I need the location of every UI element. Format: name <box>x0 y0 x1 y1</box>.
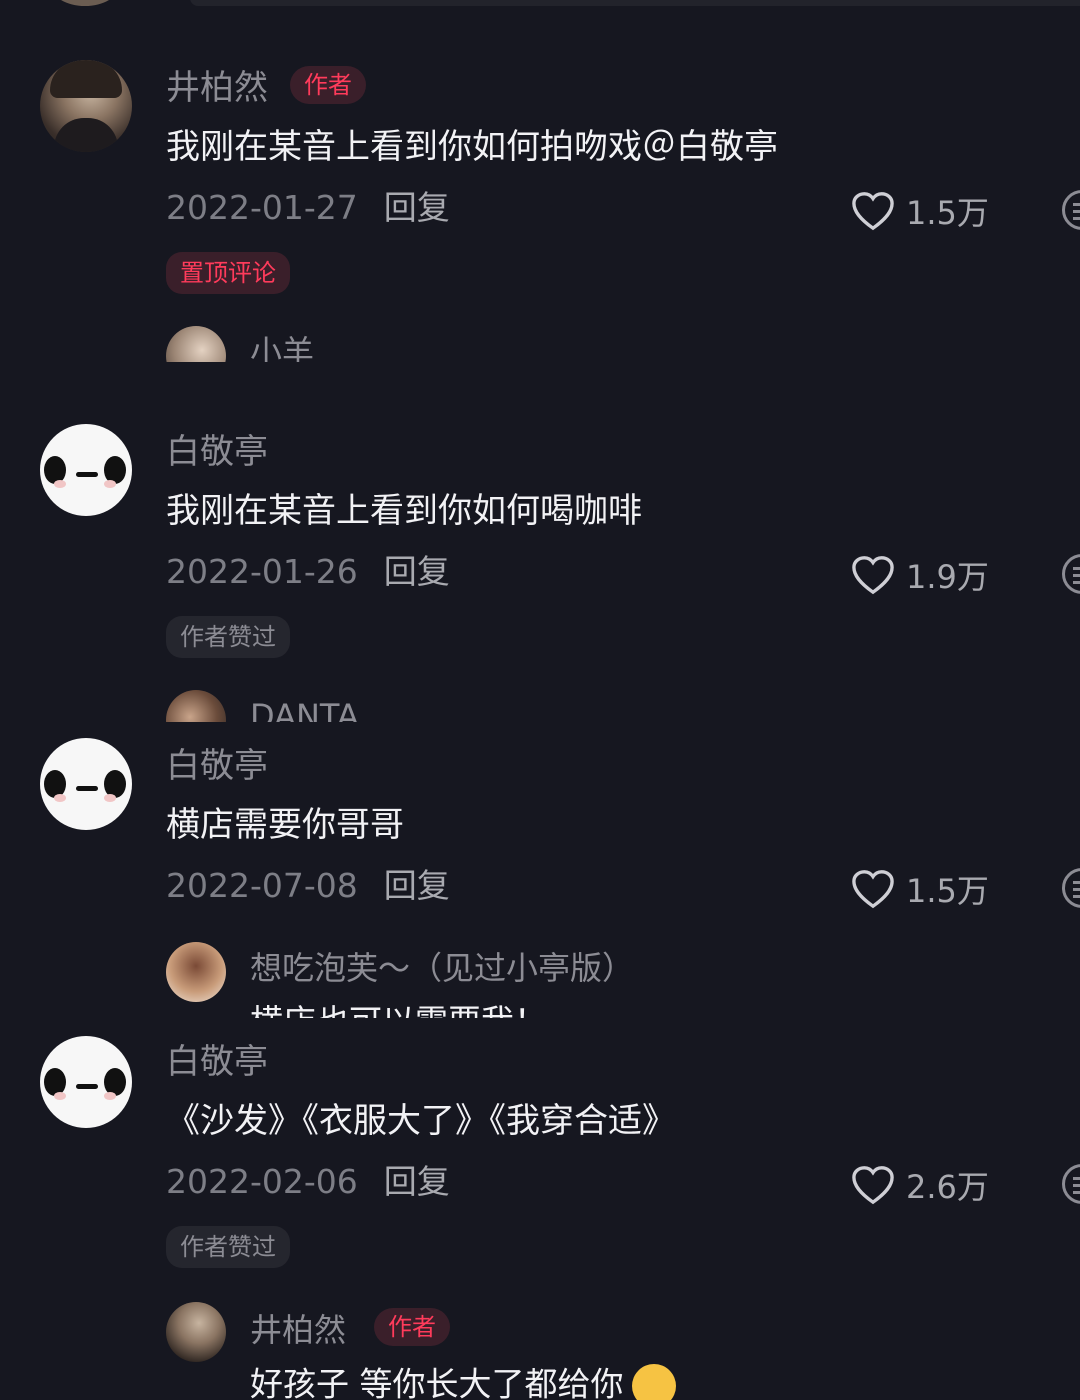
comment-date: 2022-02-06 <box>166 1162 358 1201</box>
heart-outline-icon <box>852 1166 894 1205</box>
like-count: 1.5万 <box>906 872 989 910</box>
reply-button[interactable]: 回复 <box>384 866 450 905</box>
more-options-icon[interactable] <box>1062 190 1080 230</box>
reply-preview[interactable]: DANTA <box>166 690 1080 722</box>
like-button[interactable]: 1.5万 <box>850 866 989 912</box>
reply-preview[interactable]: 想吃泡芙～（见过小亭版） 横店也可以需要我！ <box>166 940 1080 1018</box>
like-count: 2.6万 <box>906 1168 989 1206</box>
input-bar-fragment <box>190 0 1080 6</box>
username[interactable]: 白敬亭 <box>166 432 268 472</box>
reply-button[interactable]: 回复 <box>384 1162 450 1201</box>
avatar[interactable] <box>40 738 132 830</box>
reply-text: 横店也可以需要我！ <box>250 1002 547 1018</box>
comment-date: 2022-07-08 <box>166 866 358 905</box>
username[interactable]: 白敬亭 <box>166 1042 268 1082</box>
previous-comment-fragment <box>0 0 1080 12</box>
reply-text-content: 好孩子 等你长大了都给你 <box>250 1364 624 1400</box>
like-button[interactable]: 1.5万 <box>850 188 989 234</box>
comment-date: 2022-01-26 <box>166 552 358 591</box>
username[interactable]: 井柏然 <box>166 68 268 108</box>
like-button[interactable]: 1.9万 <box>850 552 989 598</box>
reply-username[interactable]: 井柏然 <box>250 1310 346 1350</box>
avatar[interactable] <box>40 1036 132 1128</box>
reply-preview[interactable]: 小羊 <box>166 326 1080 362</box>
reply-button[interactable]: 回复 <box>384 552 450 591</box>
author-badge: 作者 <box>374 1308 450 1346</box>
more-options-icon[interactable] <box>1062 554 1080 594</box>
avatar <box>166 326 226 362</box>
avatar[interactable] <box>40 424 132 516</box>
heart-outline-icon <box>852 192 894 231</box>
author-liked-tag: 作者赞过 <box>166 616 290 658</box>
comment-text: 我刚在某音上看到你如何喝咖啡 <box>166 491 642 531</box>
like-button[interactable]: 2.6万 <box>850 1162 989 1208</box>
comment-meta: 2022-02-06 回复 <box>166 1162 450 1202</box>
comment-meta: 2022-01-27 回复 <box>166 188 450 228</box>
author-liked-tag: 作者赞过 <box>166 1226 290 1268</box>
comment-date: 2022-01-27 <box>166 188 358 227</box>
comment-text: 横店需要你哥哥 <box>166 805 404 845</box>
pinned-tag: 置顶评论 <box>166 252 290 294</box>
heart-outline-icon <box>852 870 894 909</box>
avatar <box>166 690 226 722</box>
comment-text: 我刚在某音上看到你如何拍吻戏＠白敬亭 <box>166 127 778 167</box>
reply-button[interactable]: 回复 <box>384 188 450 227</box>
avatar <box>166 1302 226 1362</box>
comment-meta: 2022-01-26 回复 <box>166 552 450 592</box>
reply-username[interactable]: DANTA <box>250 696 359 722</box>
upside-down-face-emoji <box>631 1364 676 1400</box>
heart-outline-icon <box>852 556 894 595</box>
author-badge: 作者 <box>290 66 366 104</box>
avatar <box>50 0 120 6</box>
comment-text: 《沙发》《衣服大了》《我穿合适》 <box>166 1101 676 1141</box>
more-options-icon[interactable] <box>1062 868 1080 908</box>
username[interactable]: 白敬亭 <box>166 746 268 786</box>
reply-preview[interactable]: 井柏然 作者 好孩子 等你长大了都给你 <box>166 1300 1080 1400</box>
comment-meta: 2022-07-08 回复 <box>166 866 450 906</box>
reply-text: 好孩子 等你长大了都给你 <box>250 1364 676 1400</box>
reply-username[interactable]: 小羊 <box>250 332 314 362</box>
like-count: 1.5万 <box>906 194 989 232</box>
more-options-icon[interactable] <box>1062 1164 1080 1204</box>
reply-username[interactable]: 想吃泡芙～（见过小亭版） <box>250 948 634 988</box>
avatar[interactable] <box>40 60 132 152</box>
avatar <box>166 942 226 1002</box>
like-count: 1.9万 <box>906 558 989 596</box>
